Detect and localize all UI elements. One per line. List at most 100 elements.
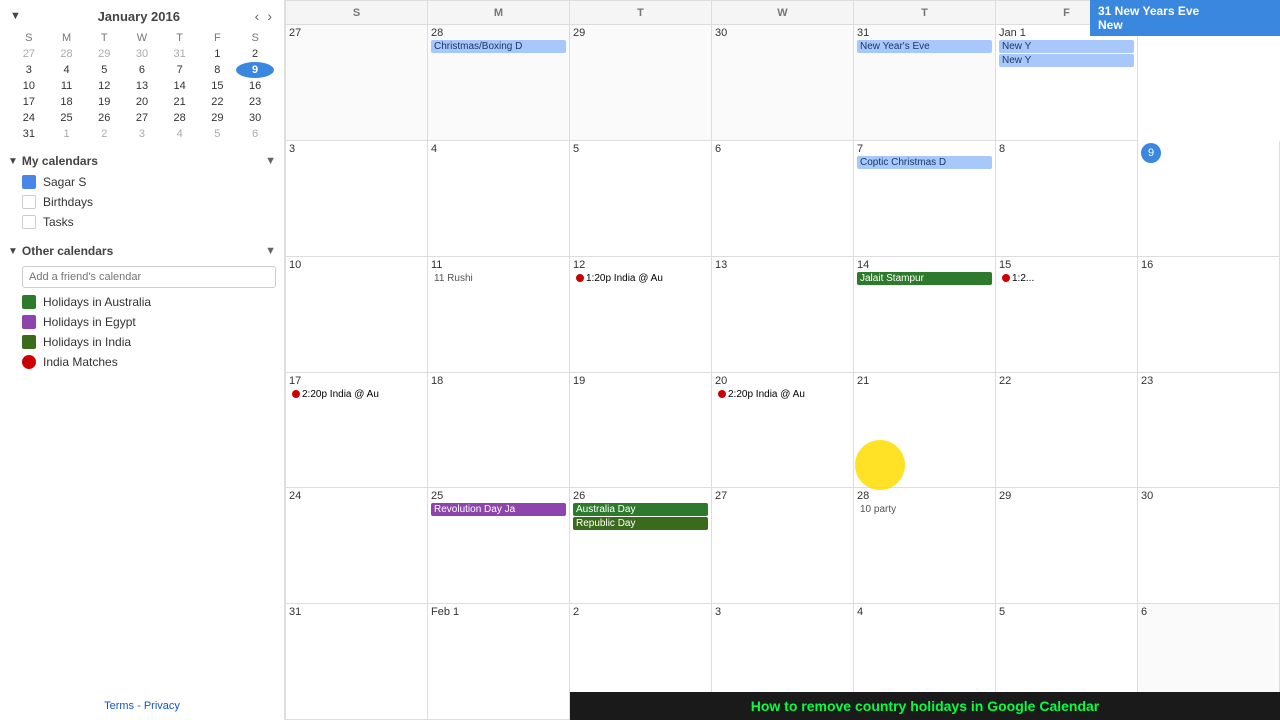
mini-cal-day[interactable]: 1 bbox=[199, 46, 237, 62]
calendar-event[interactable]: 10 party bbox=[857, 503, 992, 516]
calendar-day-cell[interactable]: 18 bbox=[428, 373, 570, 489]
mini-cal-day[interactable]: 16 bbox=[236, 78, 274, 94]
calendar-event[interactable]: Coptic Christmas D bbox=[857, 156, 992, 169]
calendar-day-cell[interactable]: Feb 1 bbox=[428, 604, 570, 720]
mini-cal-day[interactable]: 19 bbox=[85, 94, 123, 110]
calendar-day-cell[interactable]: 10 bbox=[286, 257, 428, 373]
mini-cal-day[interactable]: 28 bbox=[161, 110, 199, 126]
mini-cal-day[interactable]: 24 bbox=[10, 110, 48, 126]
mini-cal-day[interactable]: 30 bbox=[236, 110, 274, 126]
calendar-day-cell[interactable]: 202:20p India @ Au bbox=[712, 373, 854, 489]
next-month-button[interactable]: › bbox=[265, 8, 274, 24]
mini-cal-day[interactable]: 3 bbox=[10, 62, 48, 78]
calendar-day-cell[interactable]: 23 bbox=[1138, 373, 1280, 489]
mini-cal-day[interactable]: 21 bbox=[161, 94, 199, 110]
calendar-event[interactable]: Republic Day bbox=[573, 517, 708, 530]
calendar-day-cell[interactable]: 27 bbox=[712, 488, 854, 604]
expand-arrow[interactable]: ▼ bbox=[10, 10, 21, 22]
calendar-day-cell[interactable]: 16 bbox=[1138, 257, 1280, 373]
calendar-day-cell[interactable]: 27 bbox=[286, 25, 428, 141]
nye-panel[interactable]: 31 New Years EveNew bbox=[1090, 0, 1280, 36]
calendar-day-cell[interactable]: 28Christmas/Boxing D bbox=[428, 25, 570, 141]
mini-cal-day[interactable]: 5 bbox=[199, 126, 237, 142]
my-calendar-item[interactable]: Sagar S bbox=[0, 172, 284, 192]
mini-cal-day[interactable]: 4 bbox=[161, 126, 199, 142]
mini-cal-day[interactable]: 6 bbox=[123, 62, 161, 78]
calendar-day-cell[interactable]: 25Revolution Day Ja bbox=[428, 488, 570, 604]
calendar-day-cell[interactable]: 151:2... bbox=[996, 257, 1138, 373]
mini-cal-day[interactable]: 27 bbox=[123, 110, 161, 126]
calendar-event[interactable]: Christmas/Boxing D bbox=[431, 40, 566, 53]
my-calendar-item[interactable]: Birthdays bbox=[0, 192, 284, 212]
calendar-event[interactable]: New Y bbox=[999, 54, 1134, 67]
calendar-event[interactable]: New Y bbox=[999, 40, 1134, 53]
calendar-day-cell[interactable]: 7Coptic Christmas D bbox=[854, 141, 996, 257]
other-calendar-item[interactable]: Holidays in Egypt bbox=[0, 312, 284, 332]
calendar-day-cell[interactable]: 8 bbox=[996, 141, 1138, 257]
mini-cal-day[interactable]: 2 bbox=[236, 46, 274, 62]
mini-cal-day[interactable]: 3 bbox=[123, 126, 161, 142]
mini-cal-day[interactable]: 28 bbox=[48, 46, 86, 62]
add-friend-input[interactable] bbox=[22, 266, 276, 288]
mini-cal-day[interactable]: 31 bbox=[161, 46, 199, 62]
mini-cal-day[interactable]: 20 bbox=[123, 94, 161, 110]
calendar-day-cell[interactable]: 3 bbox=[286, 141, 428, 257]
calendar-day-cell[interactable]: 5 bbox=[570, 141, 712, 257]
mini-cal-day[interactable]: 29 bbox=[199, 110, 237, 126]
mini-cal-day[interactable]: 1 bbox=[48, 126, 86, 142]
mini-cal-day[interactable]: 8 bbox=[199, 62, 237, 78]
terms-link[interactable]: Terms bbox=[104, 700, 134, 712]
calendar-event[interactable]: Jalait Stampur bbox=[857, 272, 992, 285]
mini-cal-day[interactable]: 27 bbox=[10, 46, 48, 62]
calendar-day-cell[interactable]: 31New Year's Eve bbox=[854, 25, 996, 141]
mini-cal-day[interactable]: 14 bbox=[161, 78, 199, 94]
calendar-day-cell[interactable]: 19 bbox=[570, 373, 712, 489]
my-calendars-dropdown[interactable]: ▼ bbox=[265, 155, 276, 167]
mini-cal-day[interactable]: 26 bbox=[85, 110, 123, 126]
calendar-day-cell[interactable]: 1111 Rushi bbox=[428, 257, 570, 373]
calendar-event[interactable]: 11 Rushi bbox=[431, 272, 566, 285]
calendar-day-cell[interactable]: 26Australia DayRepublic Day bbox=[570, 488, 712, 604]
calendar-day-cell[interactable]: 9 bbox=[1138, 141, 1280, 257]
mini-cal-day[interactable]: 10 bbox=[10, 78, 48, 94]
mini-cal-day[interactable]: 25 bbox=[48, 110, 86, 126]
mini-cal-day[interactable]: 11 bbox=[48, 78, 86, 94]
calendar-day-cell[interactable]: 21 bbox=[854, 373, 996, 489]
calendar-day-cell[interactable]: 24 bbox=[286, 488, 428, 604]
prev-month-button[interactable]: ‹ bbox=[253, 8, 262, 24]
calendar-day-cell[interactable]: 29 bbox=[996, 488, 1138, 604]
mini-cal-day[interactable]: 9 bbox=[236, 62, 274, 78]
my-calendar-item[interactable]: Tasks bbox=[0, 212, 284, 232]
privacy-link[interactable]: Privacy bbox=[144, 700, 180, 712]
calendar-event[interactable]: 1:20p India @ Au bbox=[573, 272, 708, 285]
mini-cal-day[interactable]: 4 bbox=[48, 62, 86, 78]
mini-cal-day[interactable]: 29 bbox=[85, 46, 123, 62]
calendar-day-cell[interactable]: 31 bbox=[286, 604, 428, 720]
mini-cal-day[interactable]: 15 bbox=[199, 78, 237, 94]
other-calendar-item[interactable]: Holidays in India bbox=[0, 332, 284, 352]
calendar-event[interactable]: Revolution Day Ja bbox=[431, 503, 566, 516]
calendar-day-cell[interactable]: 121:20p India @ Au bbox=[570, 257, 712, 373]
mini-cal-day[interactable]: 7 bbox=[161, 62, 199, 78]
calendar-day-cell[interactable]: 14Jalait Stampur bbox=[854, 257, 996, 373]
mini-cal-day[interactable]: 2 bbox=[85, 126, 123, 142]
calendar-event[interactable]: 2:20p India @ Au bbox=[289, 388, 424, 401]
my-calendars-section[interactable]: ▼ My calendars ▼ bbox=[0, 148, 284, 172]
mini-cal-day[interactable]: 17 bbox=[10, 94, 48, 110]
calendar-day-cell[interactable]: 30 bbox=[712, 25, 854, 141]
mini-cal-day[interactable]: 6 bbox=[236, 126, 274, 142]
calendar-event[interactable]: New Year's Eve bbox=[857, 40, 992, 53]
calendar-day-cell[interactable]: 6 bbox=[712, 141, 854, 257]
calendar-day-cell[interactable]: 29 bbox=[570, 25, 712, 141]
calendar-day-cell[interactable]: 4 bbox=[428, 141, 570, 257]
mini-cal-day[interactable]: 18 bbox=[48, 94, 86, 110]
mini-cal-day[interactable]: 13 bbox=[123, 78, 161, 94]
other-calendar-item[interactable]: Holidays in Australia bbox=[0, 292, 284, 312]
mini-cal-day[interactable]: 30 bbox=[123, 46, 161, 62]
calendar-day-cell[interactable]: 13 bbox=[712, 257, 854, 373]
calendar-event[interactable]: Australia Day bbox=[573, 503, 708, 516]
other-calendars-section[interactable]: ▼ Other calendars ▼ bbox=[0, 238, 284, 262]
mini-cal-day[interactable]: 31 bbox=[10, 126, 48, 142]
mini-cal-day[interactable]: 23 bbox=[236, 94, 274, 110]
calendar-event[interactable]: 1:2... bbox=[999, 272, 1134, 285]
